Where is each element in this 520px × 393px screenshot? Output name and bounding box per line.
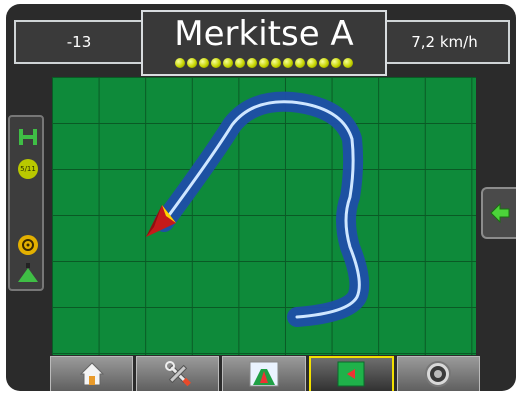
lightbar-led	[259, 58, 269, 68]
expand-panel-tab[interactable]	[481, 187, 516, 239]
home-icon	[79, 361, 105, 391]
field-map[interactable]	[52, 77, 476, 355]
gauge-icon	[424, 360, 452, 392]
boom-icon	[18, 127, 38, 147]
lightbar-led	[295, 58, 305, 68]
lightbar-led	[307, 58, 317, 68]
left-status-panel: 5/11	[8, 115, 44, 291]
guidance-view-icon	[249, 361, 279, 391]
lightbar-led	[187, 58, 197, 68]
screen-frame: -13 7,2 km/h Merkitse A 5/11	[0, 0, 520, 393]
page-title: Merkitse A	[174, 14, 354, 54]
steering-icon	[18, 235, 38, 255]
device-screen: -13 7,2 km/h Merkitse A 5/11	[6, 4, 516, 391]
map-view-icon	[337, 361, 365, 391]
section-count-icon: 5/11	[18, 159, 38, 179]
lightbar-led	[343, 58, 353, 68]
lightbar-led	[175, 58, 185, 68]
tools-icon	[164, 360, 192, 392]
lightbar-led	[271, 58, 281, 68]
tab-gauge[interactable]	[396, 356, 481, 392]
guidance-line	[162, 100, 361, 319]
lightbar-led	[223, 58, 233, 68]
tab-tools[interactable]	[136, 356, 220, 392]
lightbar-leds	[175, 58, 353, 68]
cross-track-error-box[interactable]: -13	[14, 20, 144, 64]
guidance-path-svg	[146, 91, 370, 327]
lightbar-led	[211, 58, 221, 68]
speed-box[interactable]: 7,2 km/h	[379, 20, 510, 64]
tab-guidance-view[interactable]	[222, 356, 306, 391]
lightbar-led	[199, 58, 209, 68]
coverage-path	[154, 91, 370, 327]
arrow-left-icon	[489, 202, 509, 224]
lightbar-led	[235, 58, 245, 68]
speed-value: 7,2 km/h	[411, 33, 478, 51]
title-box: Merkitse A	[141, 10, 387, 76]
lightbar-led	[247, 58, 257, 68]
lightbar-led	[331, 58, 341, 68]
tab-map-view[interactable]	[308, 356, 394, 391]
bottom-nav-bar	[50, 356, 481, 392]
cross-track-error-value: -13	[66, 33, 92, 51]
tab-home[interactable]	[50, 356, 134, 391]
section-count-label: 5/11	[20, 165, 36, 173]
spray-nozzle-icon	[18, 263, 38, 283]
lightbar-led	[319, 58, 329, 68]
lightbar-led	[283, 58, 293, 68]
